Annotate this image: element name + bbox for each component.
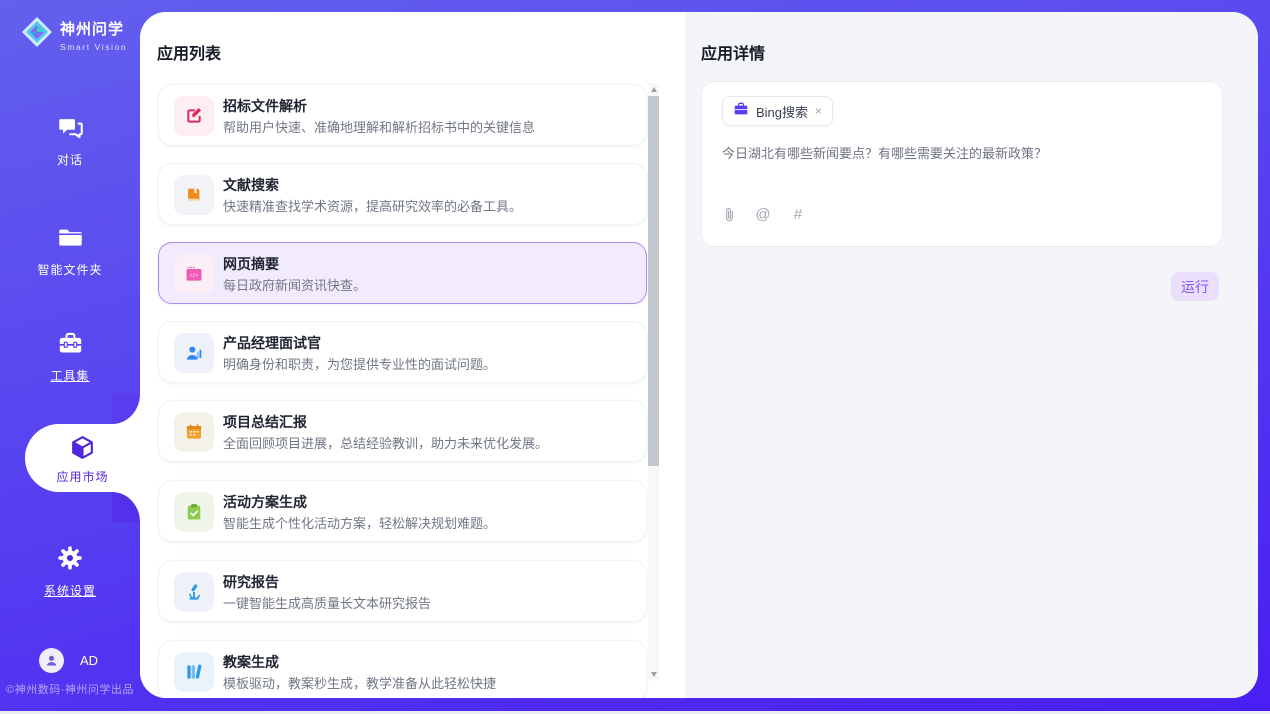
- app-card-literature-search[interactable]: 文献搜索 快速精准查找学术资源，提高研究效率的必备工具。: [158, 163, 647, 225]
- app-card-desc: 一键智能生成高质量长文本研究报告: [223, 593, 431, 612]
- app-card-title: 活动方案生成: [223, 492, 307, 512]
- diamond-logo-icon: [20, 15, 54, 54]
- sidebar-item-settings[interactable]: 系统设置: [0, 544, 140, 599]
- app-card-lesson-plan[interactable]: 教案生成 模板驱动，教案秒生成，教学准备从此轻松快捷: [158, 640, 647, 698]
- app-window: 神州问学 Smart Vision 对话 智能文件夹: [0, 0, 1270, 714]
- run-button[interactable]: 运行: [1171, 272, 1219, 301]
- edit-document-icon: [174, 96, 214, 136]
- cube-icon: [69, 434, 96, 466]
- avatar: [39, 648, 64, 673]
- app-card-title: 文献搜索: [223, 175, 279, 195]
- brand-name: 神州问学: [60, 21, 124, 38]
- hash-icon[interactable]: #: [789, 206, 807, 223]
- mention-icon[interactable]: @: [754, 206, 772, 223]
- webpage-code-icon: </>: [174, 254, 214, 294]
- active-curve-bottom: [112, 492, 140, 522]
- sidebar-item-label: 应用市场: [25, 468, 140, 485]
- list-scrollbar[interactable]: [648, 83, 659, 680]
- app-card-title: 产品经理面试官: [223, 333, 321, 353]
- chat-icon: [57, 114, 84, 146]
- app-card-event-plan[interactable]: 活动方案生成 智能生成个性化活动方案，轻松解决规划难题。: [158, 480, 647, 542]
- sidebar-item-label: 工具集: [0, 367, 140, 384]
- app-card-title: 网页摘要: [223, 254, 279, 274]
- app-card-project-summary[interactable]: 项目总结汇报 全面回顾项目进展，总结经验教训，助力未来优化发展。: [158, 400, 647, 462]
- close-icon[interactable]: ×: [815, 104, 822, 118]
- brand-tagline: Smart Vision: [60, 42, 127, 52]
- app-card-title: 项目总结汇报: [223, 412, 307, 432]
- tool-tag-bing-search[interactable]: Bing搜索 ×: [722, 96, 833, 126]
- toolbox-icon: [57, 330, 84, 362]
- books-icon: [174, 652, 214, 692]
- sidebar: 神州问学 Smart Vision 对话 智能文件夹: [0, 0, 140, 714]
- app-detail-panel: 应用详情 Bing搜索 × 今日湖北有哪些新闻要点？有哪些需要关注的最新政策？: [685, 12, 1258, 698]
- sidebar-item-toolset[interactable]: 工具集: [0, 330, 140, 384]
- app-card-title: 教案生成: [223, 652, 279, 672]
- input-toolbar: @ #: [722, 206, 807, 223]
- app-card-desc: 明确身份和职责，为您提供专业性的面试问题。: [223, 354, 496, 373]
- sidebar-item-label: 对话: [0, 151, 140, 168]
- paperclip-icon[interactable]: [722, 206, 737, 223]
- gear-icon: [56, 544, 84, 577]
- microscope-icon: [174, 572, 214, 612]
- app-card-title: 招标文件解析: [223, 96, 307, 116]
- prompt-text[interactable]: 今日湖北有哪些新闻要点？有哪些需要关注的最新政策？: [722, 144, 1206, 163]
- interviewer-icon: [174, 333, 214, 373]
- app-card-desc: 帮助用户快速、准确地理解和解析招标书中的关键信息: [223, 117, 535, 136]
- prompt-card[interactable]: Bing搜索 × 今日湖北有哪些新闻要点？有哪些需要关注的最新政策？ @ #: [701, 81, 1223, 247]
- copyright-footer: ©神州数码·神州问学出品: [0, 681, 140, 697]
- active-curve-top: [112, 394, 140, 424]
- briefcase-icon: [733, 101, 749, 122]
- folder-icon: [57, 224, 84, 256]
- sidebar-item-app-market[interactable]: 应用市场: [25, 424, 140, 492]
- tool-tag-label: Bing搜索: [756, 102, 808, 121]
- user-initials: AD: [80, 653, 98, 668]
- app-card-desc: 模板驱动，教案秒生成，教学准备从此轻松快捷: [223, 673, 496, 692]
- main-content: 应用列表 招标文件解析 帮助用户快速、准确地理解和解析招标书中的关键信息: [140, 12, 1258, 698]
- scroll-down-arrow[interactable]: [648, 668, 659, 680]
- app-card-webpage-summary[interactable]: </> 网页摘要 每日政府新闻资讯快查。: [158, 242, 647, 304]
- app-card-title: 研究报告: [223, 572, 279, 592]
- clipboard-check-icon: [174, 492, 214, 532]
- book-icon: [174, 175, 214, 215]
- scroll-up-arrow[interactable]: [648, 83, 659, 95]
- scrollbar-thumb[interactable]: [648, 96, 659, 466]
- app-card-pm-interviewer[interactable]: 产品经理面试官 明确身份和职责，为您提供专业性的面试问题。: [158, 321, 647, 383]
- app-card-desc: 全面回顾项目进展，总结经验教训，助力未来优化发展。: [223, 433, 548, 452]
- app-card-desc: 快速精准查找学术资源，提高研究效率的必备工具。: [223, 196, 522, 215]
- sidebar-item-smart-folder[interactable]: 智能文件夹: [0, 224, 140, 278]
- app-card-desc: 智能生成个性化活动方案，轻松解决规划难题。: [223, 513, 496, 532]
- app-card-research-report[interactable]: 研究报告 一键智能生成高质量长文本研究报告: [158, 560, 647, 622]
- user-account[interactable]: AD: [39, 648, 98, 673]
- sidebar-item-label: 智能文件夹: [0, 261, 140, 278]
- app-list-title: 应用列表: [157, 40, 221, 64]
- brand-logo: 神州问学 Smart Vision: [20, 15, 127, 54]
- sidebar-item-label: 系统设置: [0, 582, 140, 599]
- sidebar-item-chat[interactable]: 对话: [0, 114, 140, 168]
- calendar-icon: [174, 412, 214, 452]
- app-detail-title: 应用详情: [701, 40, 765, 64]
- app-card-bid-document-parsing[interactable]: 招标文件解析 帮助用户快速、准确地理解和解析招标书中的关键信息: [158, 84, 647, 146]
- app-list-panel: 应用列表 招标文件解析 帮助用户快速、准确地理解和解析招标书中的关键信息: [140, 12, 685, 698]
- app-card-desc: 每日政府新闻资讯快查。: [223, 275, 366, 294]
- svg-text:</>: </>: [189, 273, 198, 279]
